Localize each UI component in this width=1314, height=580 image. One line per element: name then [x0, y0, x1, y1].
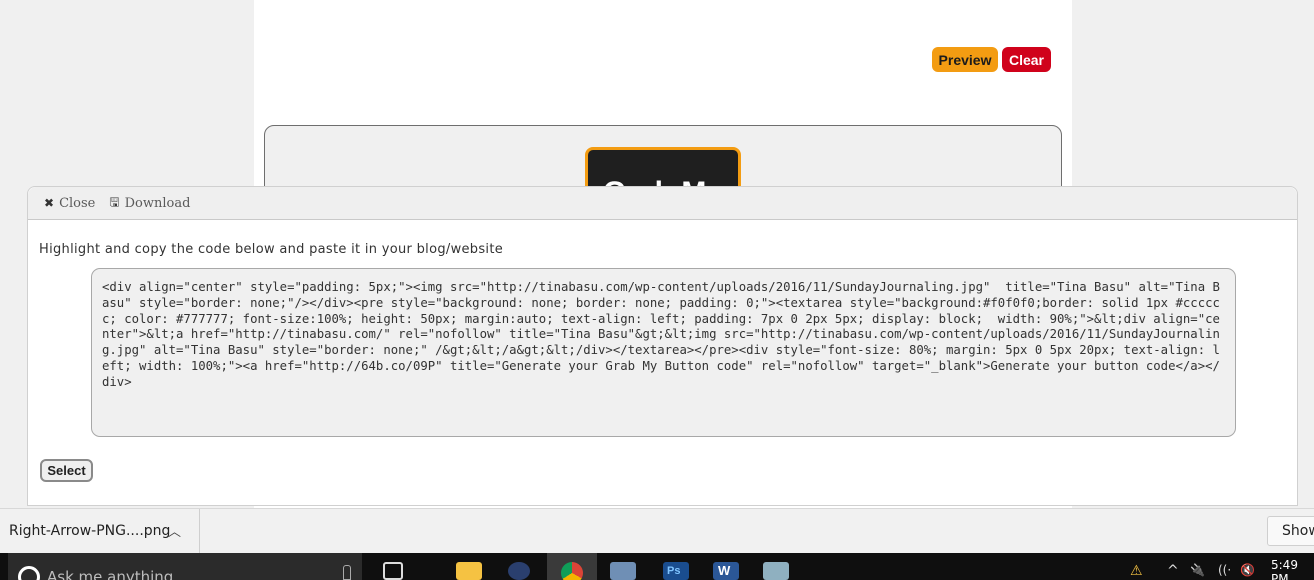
download-item[interactable]: Right-Arrow-PNG....png ︿	[0, 509, 200, 553]
save-icon: 🖫	[109, 194, 120, 209]
clock[interactable]: 5:49 PM	[1271, 558, 1314, 580]
code-dialog: ✖ Close 🖫 Download Highlight and copy th…	[27, 186, 1298, 506]
word-icon[interactable]: W	[713, 562, 739, 580]
chrome-icon	[561, 562, 583, 580]
screen: Preview Clear Grab My Button ✖ Close 🖫 D…	[0, 0, 1314, 580]
volume-muted-icon[interactable]: 🔇	[1240, 563, 1255, 577]
taskbar-search[interactable]: Ask me anything	[8, 553, 362, 580]
chrome-taskbar-button[interactable]	[547, 553, 597, 580]
photoshop-icon[interactable]: Ps	[663, 562, 689, 580]
media-player-icon[interactable]	[610, 562, 636, 580]
download-bar: Right-Arrow-PNG....png ︿ Show	[0, 508, 1314, 553]
wifi-icon[interactable]: ((·	[1218, 563, 1231, 577]
download-file-name: Right-Arrow-PNG....png	[9, 523, 171, 539]
cortana-icon	[18, 566, 40, 580]
close-icon: ✖	[44, 196, 55, 210]
search-placeholder: Ask me anything	[47, 568, 174, 580]
chevron-up-icon[interactable]: ︿	[168, 521, 181, 540]
code-textarea[interactable]: <div align="center" style="padding: 5px;…	[91, 268, 1236, 437]
clear-button[interactable]: Clear	[1002, 47, 1051, 72]
download-label: Download	[124, 195, 191, 211]
microphone-icon[interactable]	[343, 565, 351, 580]
warning-icon[interactable]: ⚠	[1130, 563, 1143, 579]
dialog-toolbar: ✖ Close 🖫 Download	[28, 187, 1297, 220]
taskbar: Ask me anything Ps W ⚠ ^ 🔌 ((· 🔇 5:49 PM	[0, 553, 1314, 580]
power-icon[interactable]: 🔌	[1190, 563, 1205, 577]
app-icon[interactable]	[763, 562, 789, 580]
select-button[interactable]: Select	[40, 459, 93, 482]
file-explorer-icon[interactable]	[456, 562, 482, 580]
show-all-button[interactable]: Show	[1267, 516, 1314, 546]
chevron-up-tray-icon[interactable]: ^	[1167, 563, 1179, 579]
close-button[interactable]: ✖ Close	[44, 196, 95, 211]
preview-button[interactable]: Preview	[932, 47, 998, 72]
close-label: Close	[59, 195, 96, 211]
task-view-icon[interactable]	[383, 562, 403, 580]
hp-icon[interactable]	[508, 562, 530, 580]
instruction-text: Highlight and copy the code below and pa…	[39, 242, 504, 257]
download-button[interactable]: 🖫 Download	[109, 193, 190, 214]
